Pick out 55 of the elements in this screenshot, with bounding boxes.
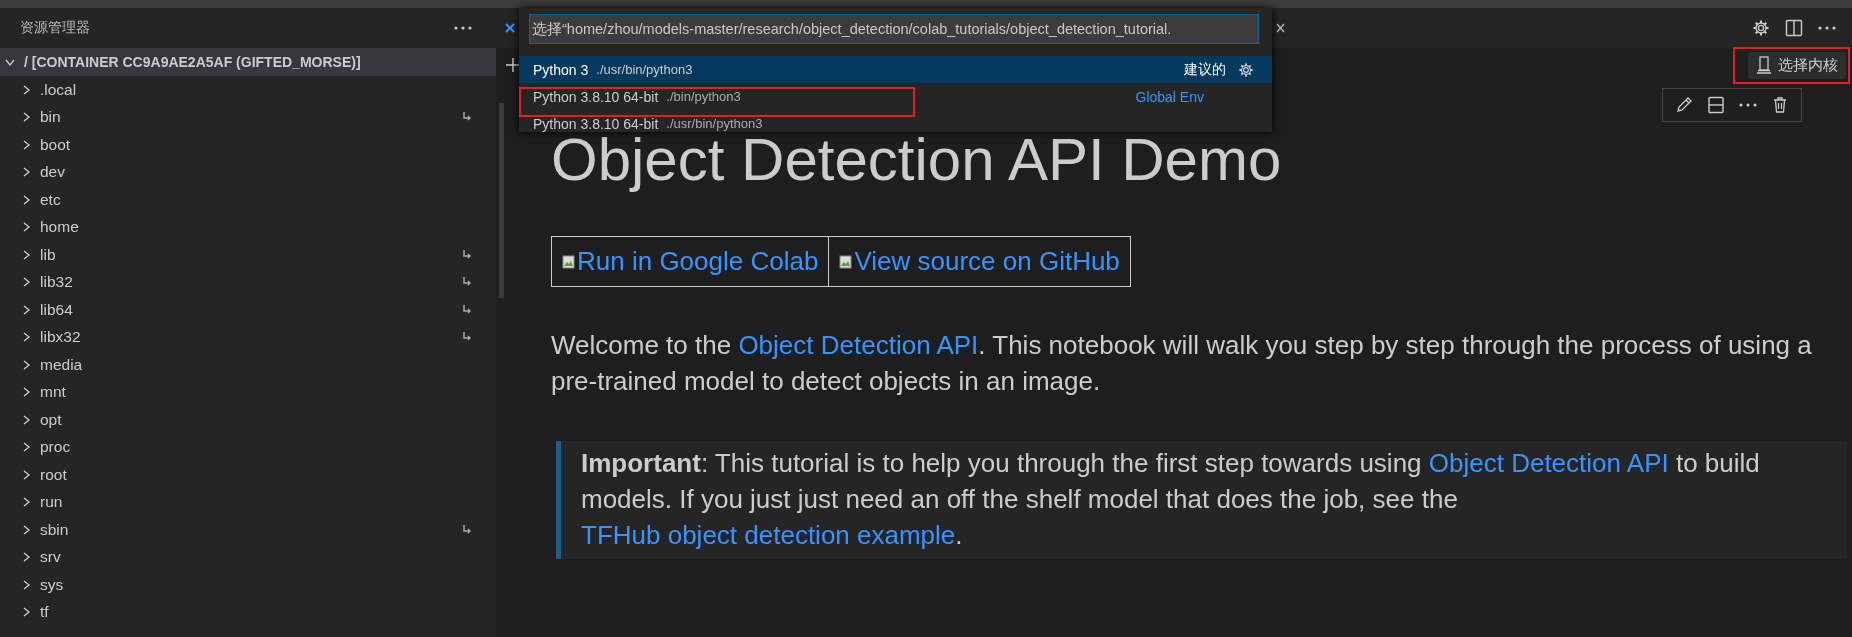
option-path: ./bin/python3 — [666, 89, 741, 104]
option-label: Python 3.8.10 64-bit — [533, 88, 659, 105]
sidebar-title: 资源管理器 — [20, 19, 90, 37]
add-icon[interactable] — [506, 58, 520, 72]
folder-row[interactable]: run — [0, 488, 496, 516]
folder-row[interactable]: home — [0, 213, 496, 241]
option-path: ./usr/bin/python3 — [666, 116, 763, 131]
folder-row[interactable]: boot — [0, 131, 496, 159]
note-callout: Important: This tutorial is to help you through the first step towards using Object Detection API to build models. If you just just need an off the shelf model that does the job, see the TFHub object detection example. — [556, 441, 1847, 559]
close-icon[interactable] — [504, 22, 516, 34]
broken-image-icon — [839, 253, 854, 270]
option-path: ./usr/bin/python3 — [596, 62, 693, 77]
folder-row[interactable]: dev — [0, 158, 496, 186]
link[interactable]: TFHub object detection example — [581, 520, 956, 550]
option-label: Python 3.8.10 64-bit — [533, 115, 659, 132]
folder-row[interactable]: proc — [0, 433, 496, 461]
folder-row[interactable]: sys — [0, 571, 496, 599]
folder-row[interactable]: lib64 — [0, 296, 496, 324]
folder-row[interactable]: root — [0, 461, 496, 489]
scrollbar-thumb[interactable] — [499, 103, 504, 298]
search-field[interactable]: 选择“home/zhou/models-master/research/object_detection/colab_tutorials/object_detection_tutorial. — [529, 14, 1259, 44]
folder-row[interactable]: media — [0, 351, 496, 379]
link[interactable]: Object Detection API — [738, 330, 979, 360]
trash-icon[interactable] — [1771, 96, 1789, 114]
folder-row[interactable]: .local — [0, 76, 496, 104]
folder-row[interactable]: libx32 — [0, 323, 496, 351]
more-icon[interactable] — [454, 26, 472, 30]
folder-row[interactable]: etc — [0, 186, 496, 214]
kernel-button[interactable]: 选择内核 — [1748, 51, 1846, 79]
option-description: Global Env — [1135, 88, 1204, 105]
folder-row[interactable]: opt — [0, 406, 496, 434]
close-icon[interactable] — [1276, 22, 1286, 34]
option-description: 建议的 — [1184, 60, 1226, 79]
broken-image-icon — [562, 253, 576, 270]
folder-row[interactable]: / [CONTAINER CC9A9AE2A5AF (GIFTED_MORSE)] — [0, 48, 496, 76]
link[interactable]: Object Detection API — [1428, 448, 1669, 478]
folder-row[interactable]: sbin — [0, 516, 496, 544]
folder-row[interactable]: srv — [0, 543, 496, 571]
settings-icon[interactable] — [1752, 19, 1770, 37]
kernel-option[interactable]: Python 3.8.10 64-bit ./bin/python3 Global Env — [519, 83, 1272, 110]
split-editor-icon[interactable] — [1785, 19, 1803, 37]
kernel-option[interactable]: Python 3 ./usr/bin/python3 建议的 — [519, 56, 1272, 83]
pencil-icon[interactable] — [1675, 96, 1693, 114]
folder-row[interactable]: tf — [0, 598, 496, 626]
folder-row[interactable]: bin — [0, 103, 496, 131]
folder-row[interactable]: lib32 — [0, 268, 496, 296]
split-cell-icon[interactable] — [1707, 96, 1725, 114]
badge-link[interactable]: View source on GitHub — [828, 237, 1130, 286]
folder-row[interactable]: lib — [0, 241, 496, 269]
notebook-paragraph: Welcome to the Object Detection API. This notebook will walk you step by step through the process of using a pre-trained model to detect objects in an image. — [551, 329, 1813, 398]
server-icon — [1756, 56, 1772, 74]
badge-link[interactable]: Run in Google Colab — [552, 237, 829, 286]
settings-icon[interactable] — [1238, 61, 1254, 78]
option-label: Python 3 — [533, 61, 589, 78]
folder-row[interactable]: mnt — [0, 378, 496, 406]
